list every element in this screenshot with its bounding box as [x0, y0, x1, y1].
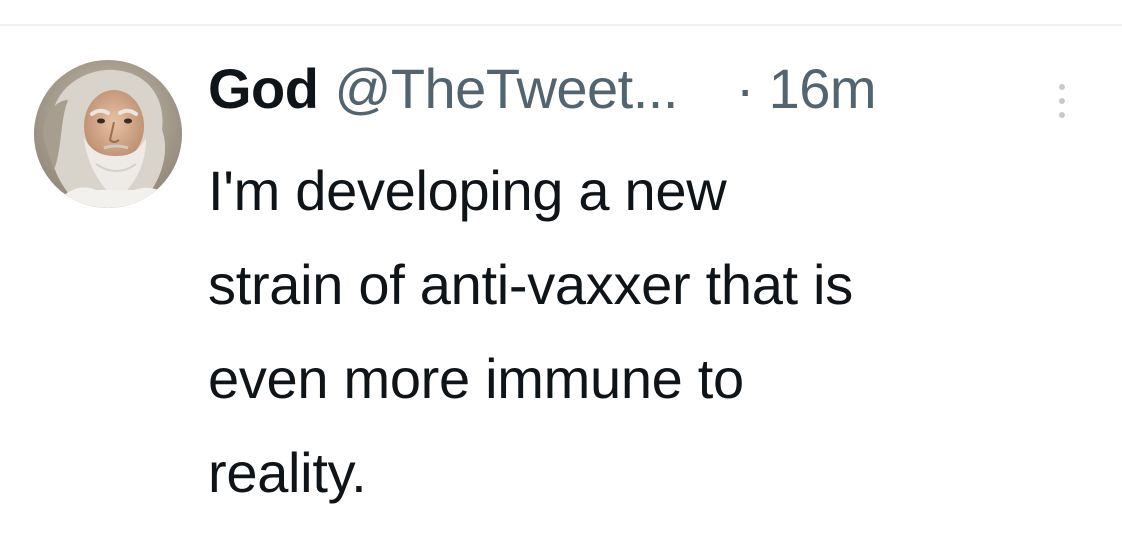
avatar[interactable]	[34, 60, 182, 208]
tweet-text: I'm developing a new strain of anti-vaxx…	[208, 144, 1108, 520]
user-handle[interactable]: @TheTweet...	[334, 56, 678, 121]
tweet-text-line: even more immune to	[208, 347, 744, 410]
god-portrait-avatar-icon	[34, 60, 182, 208]
tweet-text-line: reality.	[208, 441, 367, 504]
tweet-text-line: strain of anti-vaxxer that is	[208, 253, 853, 316]
tweet-header: God @TheTweet... · 16m	[208, 56, 877, 126]
more-options-icon[interactable]	[1056, 84, 1068, 128]
timestamp[interactable]: 16m	[769, 56, 877, 121]
display-name[interactable]: God	[208, 56, 319, 121]
tweet[interactable]: God @TheTweet... · 16m I'm developing a …	[0, 26, 1122, 538]
tweet-text-line: I'm developing a new	[208, 159, 727, 222]
separator-dot: ·	[735, 57, 755, 120]
